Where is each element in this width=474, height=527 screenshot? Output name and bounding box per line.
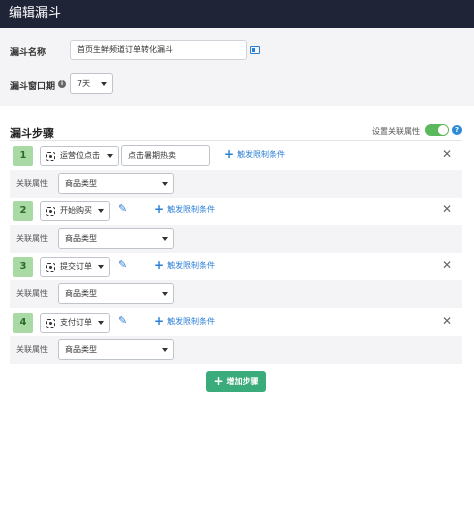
chevron-down-icon [162,347,168,352]
attr-select-value: 商品类型 [65,179,97,188]
attr-select[interactable]: 商品类型 [58,283,174,304]
chevron-down-icon [98,209,104,213]
add-condition-button[interactable]: + 触发限制条件 [224,147,285,162]
funnel-name-label: 漏斗名称 [10,48,47,58]
funnel-name-input[interactable]: 首页生鲜频道订单转化漏斗 [70,40,247,60]
info-icon: i [58,80,66,88]
step-number-badge: 1 [13,146,33,166]
attr-label: 关联属性 [16,289,48,298]
plus-icon: + [213,374,224,388]
attr-select-value: 商品类型 [65,345,97,354]
attr-select[interactable]: 商品类型 [58,228,174,249]
attr-select-value: 商品类型 [65,234,97,243]
chevron-down-icon [162,181,168,186]
attr-label: 关联属性 [16,234,48,243]
plus-icon: + [154,314,165,328]
section-divider [10,140,462,141]
chevron-down-icon [101,81,107,86]
assoc-toggle[interactable] [425,124,449,136]
chevron-down-icon [162,236,168,241]
attr-label: 关联属性 [16,345,48,354]
attr-label: 关联属性 [16,179,48,188]
close-icon[interactable]: ✕ [440,314,454,328]
add-condition-button[interactable]: + 触发限制条件 [154,202,215,217]
funnel-step-2: 2 开始购买 ✎ + 触发限制条件 ✕ [10,198,462,224]
pencil-icon[interactable]: ✎ [118,314,130,328]
add-condition-label: 触发限制条件 [167,317,216,326]
close-icon[interactable]: ✕ [440,202,454,216]
step-event-select[interactable]: 支付订单 [40,313,110,333]
step-event-value: 开始购买 [60,206,92,215]
step-filter-value: 点击暑期热卖 [128,151,176,160]
add-step-label: 增加步骤 [226,377,259,386]
question-icon[interactable]: ? [452,125,462,135]
steps-section-title: 漏斗步骤 [10,127,54,140]
step-event-select[interactable]: 开始购买 [40,201,110,221]
funnel-step-3: 3 提交订单 ✎ + 触发限制条件 ✕ [10,254,462,280]
add-step-button[interactable]: + 增加步骤 [206,371,266,392]
step-number-badge: 3 [13,257,33,277]
add-condition-label: 触发限制条件 [237,150,286,159]
attr-select[interactable]: 商品类型 [58,173,174,194]
step-event-value: 支付订单 [60,318,92,327]
pencil-icon[interactable]: ✎ [118,202,130,216]
step-event-select[interactable]: 运营位点击 [40,146,119,166]
add-condition-label: 触发限制条件 [167,261,216,270]
page-title: 编辑漏斗 [9,6,62,21]
funnel-name-value: 首页生鲜频道订单转化漏斗 [77,45,173,54]
step-filter-input[interactable]: 点击暑期热卖 [121,145,210,166]
chevron-down-icon [98,321,104,325]
plus-icon: + [224,147,235,161]
step-event-value: 提交订单 [60,262,92,271]
funnel-step-1: 1 运营位点击 点击暑期热卖 + 触发限制条件 ✕ [10,143,462,169]
funnel-window-select[interactable]: 7天 [70,73,113,94]
funnel-step-4: 4 支付订单 ✎ + 触发限制条件 ✕ [10,310,462,336]
chevron-down-icon [162,291,168,296]
close-icon[interactable]: ✕ [440,258,454,272]
step-event-value: 运营位点击 [60,151,100,160]
event-target-icon [46,207,55,216]
funnel-window-label: 漏斗窗口期 [10,82,56,92]
attr-select[interactable]: 商品类型 [58,339,174,360]
plus-icon: + [154,202,165,216]
step-number-badge: 2 [13,201,33,221]
card-icon[interactable] [250,46,260,54]
step-4-attr-row: 关联属性 商品类型 [10,336,462,364]
step-1-attr-row: 关联属性 商品类型 [10,170,462,198]
assoc-toggle-label: 设置关联属性 [372,127,420,136]
step-3-attr-row: 关联属性 商品类型 [10,280,462,308]
toggle-knob [438,125,448,135]
add-condition-label: 触发限制条件 [167,205,216,214]
event-target-icon [46,319,55,328]
page-header: 编辑漏斗 [0,0,474,28]
attr-select-value: 商品类型 [65,289,97,298]
plus-icon: + [154,258,165,272]
step-2-attr-row: 关联属性 商品类型 [10,225,462,253]
add-condition-button[interactable]: + 触发限制条件 [154,258,215,273]
event-target-icon [46,152,55,161]
step-number-badge: 4 [13,313,33,333]
add-condition-button[interactable]: + 触发限制条件 [154,314,215,329]
chevron-down-icon [107,154,113,158]
event-target-icon [46,263,55,272]
chevron-down-icon [98,265,104,269]
step-event-select[interactable]: 提交订单 [40,257,110,277]
close-icon[interactable]: ✕ [440,147,454,161]
funnel-settings-form: 漏斗名称 首页生鲜频道订单转化漏斗 漏斗窗口期 i 7天 [0,28,474,106]
funnel-window-value: 7天 [77,79,91,88]
pencil-icon[interactable]: ✎ [118,258,130,272]
